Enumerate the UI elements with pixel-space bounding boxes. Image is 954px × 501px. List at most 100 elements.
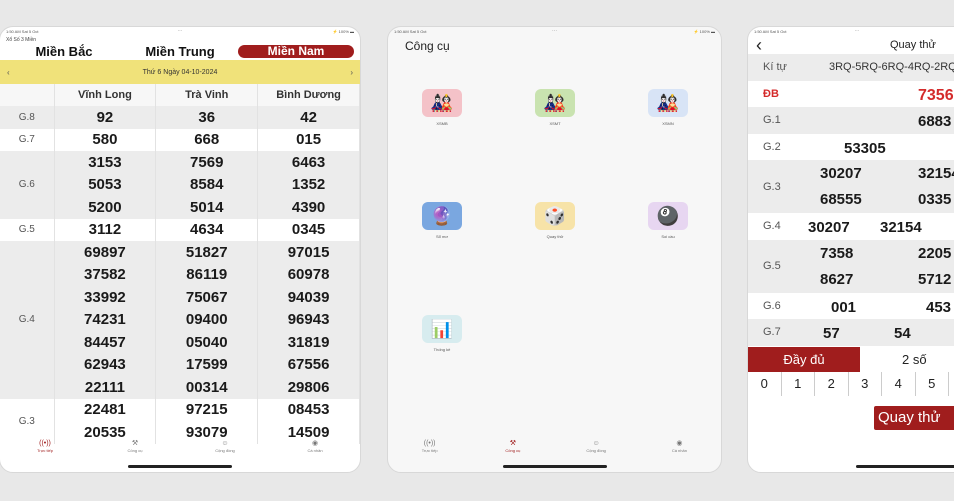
draw-row: G.4 30207 32154 bbox=[748, 213, 954, 240]
tab-item[interactable]: ((•)) Trực tiếp bbox=[410, 440, 450, 460]
table-header: Vĩnh Long Trà Vinh Bình Dương bbox=[0, 84, 360, 106]
digit-selector: 012345 bbox=[748, 371, 954, 396]
tool-item[interactable]: 🎲 Quay thử bbox=[520, 202, 590, 239]
result-number: 97215 bbox=[155, 398, 259, 421]
tool-item[interactable]: 🎎 XSMT bbox=[520, 89, 590, 126]
column-header: Vĩnh Long bbox=[54, 84, 157, 106]
home-indicator[interactable] bbox=[856, 465, 954, 468]
tab-item[interactable]: ⚒ Công cụ bbox=[115, 440, 155, 460]
table-row: 5200 5014 4390 bbox=[0, 196, 360, 219]
result-number: 08453 bbox=[257, 398, 360, 421]
draw-row: ĐB 7356 bbox=[748, 81, 954, 108]
result-number: 3112 bbox=[54, 218, 157, 241]
screenshot-stage: 1:50 AM Sat 5 Oct ··· ⚡ 100% ▬ Xổ Số 3 M… bbox=[0, 0, 954, 501]
result-number: 29806 bbox=[257, 376, 360, 399]
tool-item[interactable]: 🎎 XSMB bbox=[407, 89, 477, 126]
tool-item[interactable]: 📊 Thống kê bbox=[407, 315, 477, 352]
home-indicator[interactable] bbox=[128, 465, 232, 468]
digit-option[interactable]: 5 bbox=[916, 371, 949, 396]
table-row: 62943 17599 67556 bbox=[0, 353, 360, 376]
prize-label: G.3 bbox=[763, 180, 781, 193]
digit-option[interactable]: 4 bbox=[882, 371, 916, 396]
tool-icon: 🎎 bbox=[422, 89, 462, 117]
result-number: 60978 bbox=[257, 263, 360, 286]
result-number: 580 bbox=[54, 128, 157, 151]
tab-item[interactable]: ◉ Cá nhân bbox=[659, 440, 699, 460]
prize-label: G.1 bbox=[763, 114, 781, 127]
tab-icon: ⚒ bbox=[131, 440, 139, 447]
tab-icon: ⚒ bbox=[509, 440, 517, 447]
tool-item[interactable]: 🎱 Soi cầu bbox=[633, 202, 703, 239]
draw-number: 54 bbox=[894, 325, 911, 342]
tool-icon: 🎎 bbox=[535, 89, 575, 117]
result-number: 62943 bbox=[54, 353, 157, 376]
draw-number: 30207 bbox=[808, 219, 850, 236]
multitask-dots[interactable]: ··· bbox=[855, 28, 860, 34]
tool-item[interactable]: 🎎 XSMN bbox=[633, 89, 703, 126]
draw-number: 453 bbox=[926, 298, 952, 316]
region-tabs: Miền Bắc Miền Trung Miền Nam bbox=[0, 43, 360, 60]
multitask-dots[interactable]: ··· bbox=[178, 28, 183, 34]
tab-label: Cộng đồng bbox=[215, 448, 235, 453]
trial-draw-screen: 1:50 AM Sat 5 Oct ··· ‹ Quay thử Kí tự 3… bbox=[747, 26, 954, 473]
tab-item[interactable]: ☺ Cộng đồng bbox=[576, 440, 616, 460]
tool-label: XSMT bbox=[549, 121, 561, 126]
table-row: 37582 86119 60978 bbox=[0, 263, 360, 286]
results-table: Vĩnh Long Trà Vinh Bình Dương G.8 92 36 42 G… bbox=[0, 84, 360, 444]
tab-mien-bac[interactable]: Miền Bắc bbox=[6, 44, 122, 59]
home-indicator[interactable] bbox=[502, 465, 607, 468]
result-number: 94039 bbox=[257, 286, 360, 309]
tool-icon: 🎲 bbox=[535, 202, 575, 230]
tab-item[interactable]: ⚒ Công cụ bbox=[493, 440, 533, 460]
table-row: 33992 75067 94039 bbox=[0, 286, 360, 309]
mode-full-button[interactable]: Đầy đủ bbox=[748, 346, 860, 372]
tool-icon: 🎎 bbox=[648, 89, 688, 117]
tab-item[interactable]: ((•)) Trực tiếp bbox=[25, 440, 65, 460]
tab-icon: ◉ bbox=[676, 440, 683, 447]
prize-label: ĐB bbox=[763, 87, 779, 100]
prize-label: G.6 bbox=[0, 151, 55, 219]
next-date-button[interactable]: › bbox=[350, 68, 353, 77]
tab-label: Trực tiếp bbox=[37, 448, 53, 453]
back-chevron-icon[interactable]: ‹ bbox=[756, 36, 762, 54]
tool-item[interactable]: 🔮 Sổ mơ bbox=[407, 202, 477, 239]
mode-two-digit-button[interactable]: 2 số bbox=[860, 347, 954, 372]
tool-label: Soi cầu bbox=[661, 234, 675, 239]
prev-date-button[interactable]: ‹ bbox=[7, 68, 10, 77]
draw-number: 32154 bbox=[918, 165, 954, 182]
draw-number: 7358 bbox=[820, 244, 854, 262]
tab-label: Cá nhân bbox=[671, 448, 687, 453]
spin-button[interactable]: Quay thử bbox=[874, 406, 954, 430]
status-bar: 1:50 AM Sat 5 Oct ··· bbox=[748, 27, 954, 37]
draw-number: 2205 bbox=[918, 244, 952, 262]
tab-mien-nam[interactable]: Miền Nam bbox=[238, 45, 354, 58]
prize-label: G.7 bbox=[763, 326, 781, 339]
ki-tu-label: Kí tự bbox=[763, 61, 787, 74]
result-number: 09400 bbox=[155, 308, 259, 331]
result-number: 37582 bbox=[54, 263, 157, 286]
result-number: 015 bbox=[257, 128, 360, 151]
table-row: 74231 09400 96943 bbox=[0, 308, 360, 331]
digit-option[interactable]: 0 bbox=[748, 371, 782, 396]
tab-item[interactable]: ☺ Cộng đồng bbox=[205, 440, 245, 460]
digit-option[interactable]: 1 bbox=[782, 371, 815, 396]
result-number: 5200 bbox=[54, 196, 157, 219]
result-number: 3153 bbox=[54, 151, 157, 174]
result-number: 31819 bbox=[257, 331, 360, 354]
tab-mien-trung[interactable]: Miền Trung bbox=[122, 44, 238, 59]
nav-bar: ‹ Quay thử bbox=[748, 36, 954, 54]
multitask-dots[interactable]: ··· bbox=[552, 28, 557, 34]
result-number: 8584 bbox=[155, 173, 259, 196]
table-row: G.8 92 36 42 bbox=[0, 106, 360, 129]
digit-option[interactable]: 2 bbox=[815, 371, 849, 396]
tool-label: Sổ mơ bbox=[436, 234, 448, 239]
result-number: 5053 bbox=[54, 173, 157, 196]
digit-option[interactable]: 3 bbox=[849, 371, 882, 396]
result-number: 97015 bbox=[257, 241, 360, 264]
results-body: G.8 92 36 42 G.7 580 668 015 G.6 3153 7569 6463 5053… bbox=[0, 106, 360, 444]
status-time: 1:50 AM Sat 5 Oct bbox=[394, 29, 427, 34]
tab-item[interactable]: ◉ Cá nhân bbox=[295, 440, 335, 460]
ki-tu-value: 3RQ-5RQ-6RQ-4RQ-2RQ bbox=[829, 61, 954, 74]
result-number: 1352 bbox=[257, 173, 360, 196]
tab-label: Cộng đồng bbox=[586, 448, 606, 453]
